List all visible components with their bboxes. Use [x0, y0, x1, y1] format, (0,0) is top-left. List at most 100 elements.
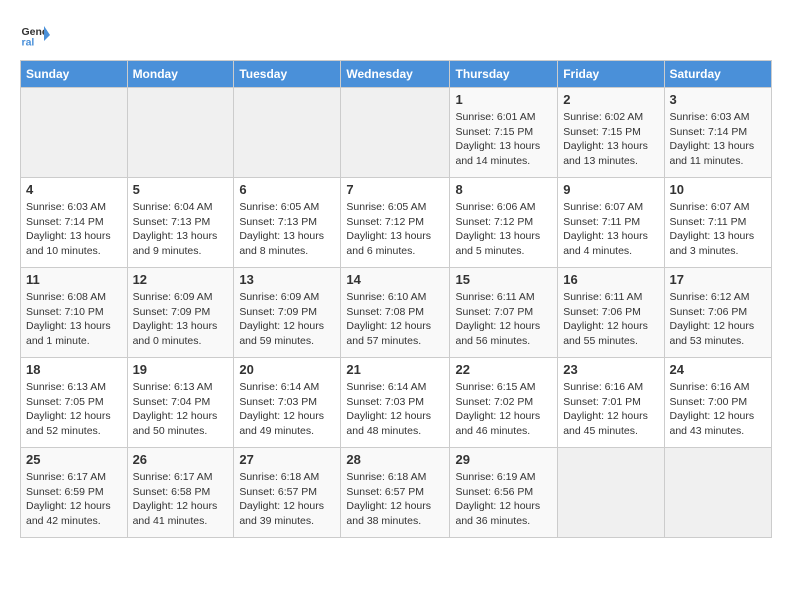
week-row-4: 18 Sunrise: 6:13 AM Sunset: 7:05 PM Dayli…	[21, 358, 772, 448]
week-row-1: 1Sunrise: 6:01 AM Sunset: 7:15 PM Daylig…	[21, 88, 772, 178]
header-sunday: Sunday	[21, 61, 128, 88]
calendar-cell: 4Sunrise: 6:03 AM Sunset: 7:14 PM Daylig…	[21, 178, 128, 268]
day-number: 3	[670, 92, 767, 107]
day-number: 4	[26, 182, 122, 197]
day-info: Sunrise: 6:17 AM Sunset: 6:59 PM Dayligh…	[26, 470, 122, 529]
day-info: Sunrise: 6:05 AM Sunset: 7:13 PM Dayligh…	[239, 200, 335, 259]
day-info: Sunrise: 6:15 AM Sunset: 7:02 PM Dayligh…	[455, 380, 552, 439]
calendar-cell: 14 Sunrise: 6:10 AM Sunset: 7:08 PM Dayli…	[341, 268, 450, 358]
page-header: Gene ral	[20, 20, 772, 50]
logo-icon: Gene ral	[20, 20, 50, 50]
calendar-cell: 15 Sunrise: 6:11 AM Sunset: 7:07 PM Dayli…	[450, 268, 558, 358]
day-info: Sunrise: 6:11 AM Sunset: 7:06 PM Dayligh…	[563, 290, 658, 349]
calendar-cell: 6 Sunrise: 6:05 AM Sunset: 7:13 PM Daylig…	[234, 178, 341, 268]
calendar-cell: 17 Sunrise: 6:12 AM Sunset: 7:06 PM Dayli…	[664, 268, 772, 358]
calendar-cell: 27Sunrise: 6:18 AM Sunset: 6:57 PM Dayli…	[234, 448, 341, 538]
day-number: 20	[239, 362, 335, 377]
day-number: 7	[346, 182, 444, 197]
day-info: Sunrise: 6:02 AM Sunset: 7:15 PM Dayligh…	[563, 110, 658, 169]
calendar-cell	[558, 448, 664, 538]
calendar-cell	[234, 88, 341, 178]
day-number: 6	[239, 182, 335, 197]
day-info: Sunrise: 6:07 AM Sunset: 7:11 PM Dayligh…	[670, 200, 767, 259]
header-wednesday: Wednesday	[341, 61, 450, 88]
week-row-2: 4Sunrise: 6:03 AM Sunset: 7:14 PM Daylig…	[21, 178, 772, 268]
calendar-cell	[127, 88, 234, 178]
day-number: 19	[133, 362, 229, 377]
day-info: Sunrise: 6:08 AM Sunset: 7:10 PM Dayligh…	[26, 290, 122, 349]
calendar-cell: 1Sunrise: 6:01 AM Sunset: 7:15 PM Daylig…	[450, 88, 558, 178]
calendar-cell: 5 Sunrise: 6:04 AM Sunset: 7:13 PM Daylig…	[127, 178, 234, 268]
day-info: Sunrise: 6:07 AM Sunset: 7:11 PM Dayligh…	[563, 200, 658, 259]
calendar-cell	[664, 448, 772, 538]
calendar-cell: 18 Sunrise: 6:13 AM Sunset: 7:05 PM Dayli…	[21, 358, 128, 448]
day-number: 8	[455, 182, 552, 197]
day-number: 24	[670, 362, 767, 377]
svg-text:ral: ral	[22, 37, 35, 49]
calendar-cell: 13 Sunrise: 6:09 AM Sunset: 7:09 PM Dayli…	[234, 268, 341, 358]
day-info: Sunrise: 6:17 AM Sunset: 6:58 PM Dayligh…	[133, 470, 229, 529]
calendar-cell: 3 Sunrise: 6:03 AM Sunset: 7:14 PM Daylig…	[664, 88, 772, 178]
week-row-5: 25 Sunrise: 6:17 AM Sunset: 6:59 PM Dayli…	[21, 448, 772, 538]
calendar-cell: 12 Sunrise: 6:09 AM Sunset: 7:09 PM Dayli…	[127, 268, 234, 358]
day-number: 14	[346, 272, 444, 287]
header-thursday: Thursday	[450, 61, 558, 88]
day-number: 13	[239, 272, 335, 287]
calendar-cell: 25 Sunrise: 6:17 AM Sunset: 6:59 PM Dayli…	[21, 448, 128, 538]
day-number: 1	[455, 92, 552, 107]
day-number: 12	[133, 272, 229, 287]
calendar-cell: 8 Sunrise: 6:06 AM Sunset: 7:12 PM Daylig…	[450, 178, 558, 268]
calendar-cell: 28Sunrise: 6:18 AM Sunset: 6:57 PM Dayli…	[341, 448, 450, 538]
day-number: 22	[455, 362, 552, 377]
calendar-cell: 16 Sunrise: 6:11 AM Sunset: 7:06 PM Dayli…	[558, 268, 664, 358]
calendar-cell: 20 Sunrise: 6:14 AM Sunset: 7:03 PM Dayli…	[234, 358, 341, 448]
day-info: Sunrise: 6:06 AM Sunset: 7:12 PM Dayligh…	[455, 200, 552, 259]
day-number: 25	[26, 452, 122, 467]
calendar-cell: 11 Sunrise: 6:08 AM Sunset: 7:10 PM Dayli…	[21, 268, 128, 358]
day-number: 2	[563, 92, 658, 107]
calendar-table: SundayMondayTuesdayWednesdayThursdayFrid…	[20, 60, 772, 538]
header-saturday: Saturday	[664, 61, 772, 88]
day-number: 29	[455, 452, 552, 467]
calendar-cell: 26 Sunrise: 6:17 AM Sunset: 6:58 PM Dayli…	[127, 448, 234, 538]
calendar-cell	[341, 88, 450, 178]
logo: Gene ral	[20, 20, 54, 50]
day-info: Sunrise: 6:14 AM Sunset: 7:03 PM Dayligh…	[346, 380, 444, 439]
day-info: Sunrise: 6:09 AM Sunset: 7:09 PM Dayligh…	[239, 290, 335, 349]
day-info: Sunrise: 6:11 AM Sunset: 7:07 PM Dayligh…	[455, 290, 552, 349]
day-info: Sunrise: 6:12 AM Sunset: 7:06 PM Dayligh…	[670, 290, 767, 349]
day-number: 17	[670, 272, 767, 287]
day-info: Sunrise: 6:13 AM Sunset: 7:05 PM Dayligh…	[26, 380, 122, 439]
day-number: 15	[455, 272, 552, 287]
day-info: Sunrise: 6:18 AM Sunset: 6:57 PM Dayligh…	[239, 470, 335, 529]
header-tuesday: Tuesday	[234, 61, 341, 88]
day-info: Sunrise: 6:09 AM Sunset: 7:09 PM Dayligh…	[133, 290, 229, 349]
calendar-cell	[21, 88, 128, 178]
calendar-cell: 10 Sunrise: 6:07 AM Sunset: 7:11 PM Dayli…	[664, 178, 772, 268]
calendar-cell: 9 Sunrise: 6:07 AM Sunset: 7:11 PM Daylig…	[558, 178, 664, 268]
day-info: Sunrise: 6:14 AM Sunset: 7:03 PM Dayligh…	[239, 380, 335, 439]
week-row-3: 11 Sunrise: 6:08 AM Sunset: 7:10 PM Dayli…	[21, 268, 772, 358]
day-info: Sunrise: 6:13 AM Sunset: 7:04 PM Dayligh…	[133, 380, 229, 439]
calendar-cell: 19 Sunrise: 6:13 AM Sunset: 7:04 PM Dayli…	[127, 358, 234, 448]
day-number: 26	[133, 452, 229, 467]
day-number: 5	[133, 182, 229, 197]
day-number: 18	[26, 362, 122, 377]
day-number: 23	[563, 362, 658, 377]
calendar-cell: 24 Sunrise: 6:16 AM Sunset: 7:00 PM Dayli…	[664, 358, 772, 448]
day-info: Sunrise: 6:19 AM Sunset: 6:56 PM Dayligh…	[455, 470, 552, 529]
calendar-cell: 23Sunrise: 6:16 AM Sunset: 7:01 PM Dayli…	[558, 358, 664, 448]
day-number: 16	[563, 272, 658, 287]
day-number: 11	[26, 272, 122, 287]
day-info: Sunrise: 6:10 AM Sunset: 7:08 PM Dayligh…	[346, 290, 444, 349]
calendar-cell: 2 Sunrise: 6:02 AM Sunset: 7:15 PM Daylig…	[558, 88, 664, 178]
calendar-cell: 21 Sunrise: 6:14 AM Sunset: 7:03 PM Dayli…	[341, 358, 450, 448]
day-number: 9	[563, 182, 658, 197]
calendar-cell: 29 Sunrise: 6:19 AM Sunset: 6:56 PM Dayli…	[450, 448, 558, 538]
day-number: 10	[670, 182, 767, 197]
day-info: Sunrise: 6:04 AM Sunset: 7:13 PM Dayligh…	[133, 200, 229, 259]
day-info: Sunrise: 6:05 AM Sunset: 7:12 PM Dayligh…	[346, 200, 444, 259]
day-number: 21	[346, 362, 444, 377]
day-info: Sunrise: 6:16 AM Sunset: 7:00 PM Dayligh…	[670, 380, 767, 439]
day-info: Sunrise: 6:03 AM Sunset: 7:14 PM Dayligh…	[670, 110, 767, 169]
